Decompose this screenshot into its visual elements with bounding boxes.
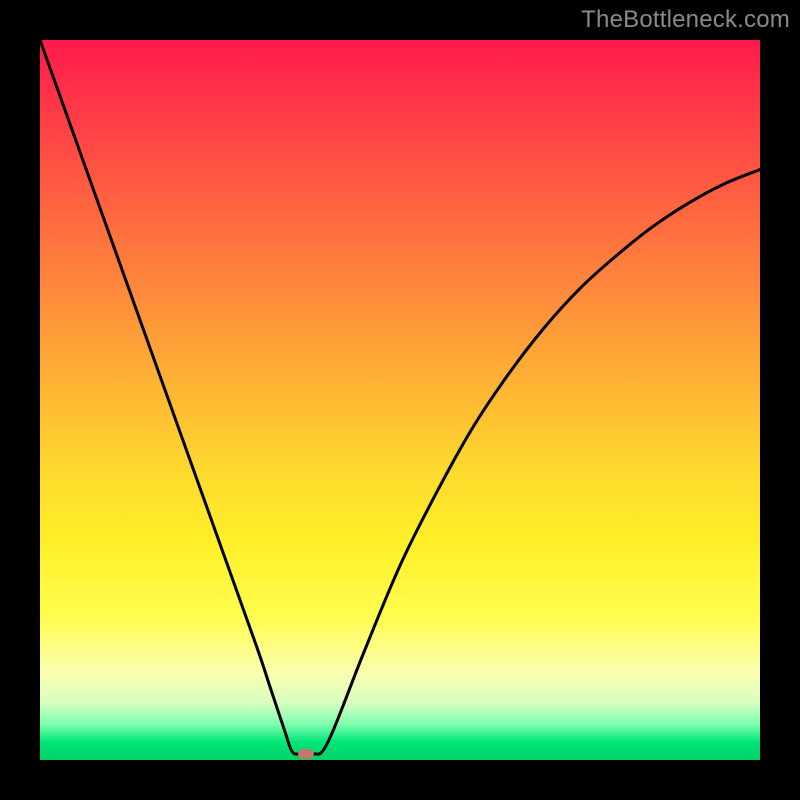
current-marker: [298, 749, 314, 759]
plot-area: [40, 40, 760, 760]
chart-frame: TheBottleneck.com: [0, 0, 800, 800]
bottleneck-curve: [40, 40, 760, 760]
watermark-text: TheBottleneck.com: [581, 6, 790, 34]
